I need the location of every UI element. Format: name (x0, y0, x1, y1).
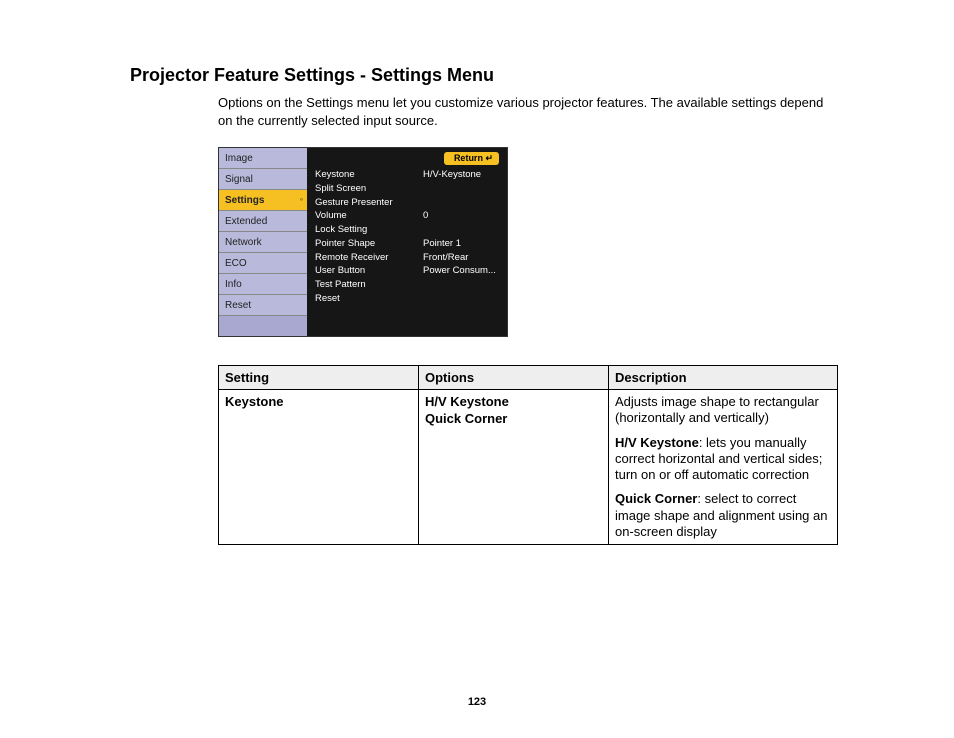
intro-text: Options on the Settings menu let you cus… (218, 94, 834, 129)
osd-tab-extended: Extended (219, 211, 307, 232)
osd-rows: KeystoneH/V-KeystoneSplit ScreenGesture … (315, 168, 499, 306)
osd-value (423, 292, 499, 306)
return-icon: ↵ (485, 153, 493, 163)
description-block: H/V Keystone: lets you manually correct … (615, 435, 831, 484)
osd-value (423, 182, 499, 196)
cell-options: H/V Keystone Quick Corner (419, 390, 609, 545)
description-lead: Quick Corner (615, 491, 697, 506)
table-row: Keystone H/V Keystone Quick Corner Adjust… (219, 390, 838, 545)
osd-row: Volume0 (315, 209, 499, 223)
osd-row: KeystoneH/V-Keystone (315, 168, 499, 182)
description-lead: H/V Keystone (615, 435, 699, 450)
osd-key: Reset (315, 292, 423, 306)
cell-description: Adjusts image shape to rectangular (hori… (609, 390, 838, 545)
description-text: Adjusts image shape to rectangular (hori… (615, 394, 819, 425)
th-setting: Setting (219, 366, 419, 390)
osd-key: Split Screen (315, 182, 423, 196)
osd-key: User Button (315, 264, 423, 278)
osd-row: Pointer ShapePointer 1 (315, 237, 499, 251)
osd-screenshot: ImageSignalSettingsExtendedNetworkECOInf… (218, 147, 508, 337)
osd-value: Pointer 1 (423, 237, 499, 251)
osd-return-button: Return ↵ (444, 152, 499, 165)
th-options: Options (419, 366, 609, 390)
osd-panel: Return ↵ KeystoneH/V-KeystoneSplit Scree… (307, 148, 507, 336)
osd-row: Lock Setting (315, 223, 499, 237)
osd-tab-eco: ECO (219, 253, 307, 274)
osd-tab-settings: Settings (219, 190, 307, 211)
osd-key: Remote Receiver (315, 251, 423, 265)
osd-tab-network: Network (219, 232, 307, 253)
osd-value (423, 278, 499, 292)
osd-tab-signal: Signal (219, 169, 307, 190)
osd-row: Split Screen (315, 182, 499, 196)
osd-value: H/V-Keystone (423, 168, 499, 182)
page-number: 123 (0, 696, 954, 708)
osd-value (423, 223, 499, 237)
osd-value (423, 196, 499, 210)
description-block: Adjusts image shape to rectangular (hori… (615, 394, 831, 427)
return-label: Return (454, 153, 483, 163)
th-description: Description (609, 366, 838, 390)
osd-left-tabs: ImageSignalSettingsExtendedNetworkECOInf… (219, 148, 307, 336)
osd-key: Gesture Presenter (315, 196, 423, 210)
osd-row: Reset (315, 292, 499, 306)
osd-key: Volume (315, 209, 423, 223)
osd-key: Keystone (315, 168, 423, 182)
osd-tab-image: Image (219, 148, 307, 169)
page-title: Projector Feature Settings - Settings Me… (130, 65, 834, 86)
osd-row: Test Pattern (315, 278, 499, 292)
osd-value: 0 (423, 209, 499, 223)
osd-tab-info: Info (219, 274, 307, 295)
osd-row: Remote ReceiverFront/Rear (315, 251, 499, 265)
osd-key: Lock Setting (315, 223, 423, 237)
osd-value: Power Consum... (423, 264, 499, 278)
cell-setting: Keystone (219, 390, 419, 545)
setting-name: Keystone (225, 394, 284, 409)
osd-key: Test Pattern (315, 278, 423, 292)
osd-row: User ButtonPower Consum... (315, 264, 499, 278)
description-block: Quick Corner: select to correct image sh… (615, 491, 831, 540)
settings-table: Setting Options Description Keystone H/V… (218, 365, 838, 545)
osd-value: Front/Rear (423, 251, 499, 265)
osd-tab-reset: Reset (219, 295, 307, 316)
osd-row: Gesture Presenter (315, 196, 499, 210)
osd-key: Pointer Shape (315, 237, 423, 251)
option-line: H/V Keystone (425, 394, 602, 409)
option-line: Quick Corner (425, 411, 602, 426)
